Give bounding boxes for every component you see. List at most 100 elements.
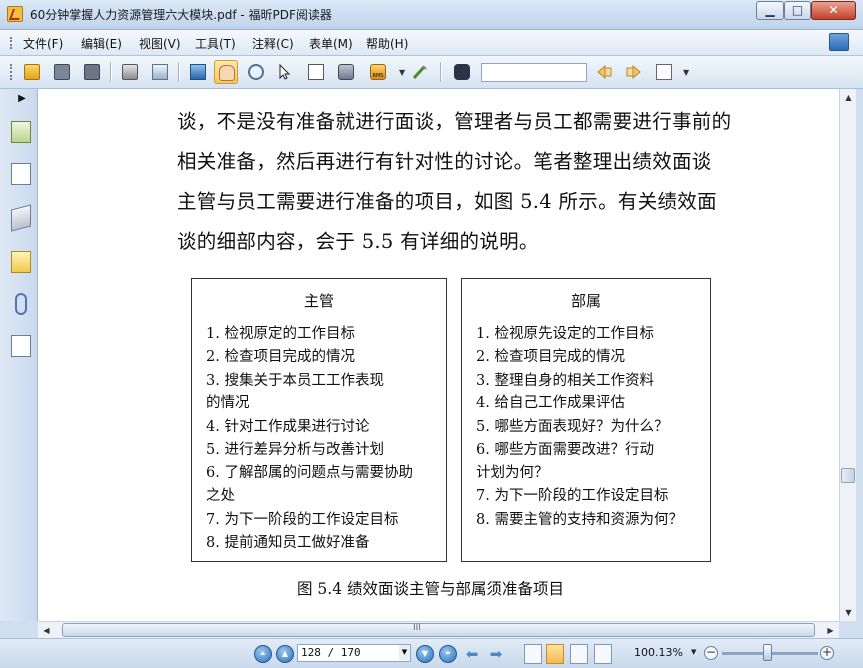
go-forward-icon[interactable]: ➡ xyxy=(487,645,505,663)
scroll-right-icon[interactable]: ▶ xyxy=(822,622,839,639)
page-dropdown-icon[interactable]: ▼ xyxy=(399,645,410,660)
manager-item: 6. 了解部属的问题点与需要协助 xyxy=(206,465,413,481)
save-as-icon[interactable] xyxy=(80,60,104,84)
horizontal-scrollbar[interactable]: ◀ III ▶ xyxy=(38,621,839,638)
vertical-scrollbar[interactable]: ▲ ▼ xyxy=(839,89,856,621)
subordinate-item: 1. 检视原先设定的工作目标 xyxy=(476,326,654,342)
paragraph-line: 谈，不是没有准备就进行面谈，管理者与员工都需要进行事前的 xyxy=(177,110,732,133)
subordinate-item: 7. 为下一阶段的工作设定目标 xyxy=(476,488,669,504)
page-number-input[interactable]: 128 / 170 xyxy=(297,644,411,662)
menu-bar: 文件(F) 编辑(E) 视图(V) 工具(T) 注释(C) 表单(M) 帮助(H… xyxy=(0,30,863,56)
subordinate-item: 2. 检查项目完成的情况 xyxy=(476,349,625,365)
toolbar: RMS ▼ ▼ xyxy=(0,56,863,89)
open-folder-icon[interactable] xyxy=(20,60,44,84)
manager-item: 1. 检视原定的工作目标 xyxy=(206,326,355,342)
menu-forms[interactable]: 表单(M) xyxy=(309,35,353,52)
scroll-up-icon[interactable]: ▲ xyxy=(840,89,857,106)
layers-icon[interactable] xyxy=(11,204,31,232)
text-select-icon[interactable] xyxy=(304,60,328,84)
scroll-grip: III xyxy=(413,623,421,633)
rms-lock-icon[interactable]: RMS xyxy=(366,60,390,84)
subordinate-box-title: 部属 xyxy=(570,292,601,310)
paragraph-line: 谈的细部内容，会于 5.5 有详细的说明。 xyxy=(177,230,539,253)
subordinate-item: 8. 需要主管的支持和资源为何？ xyxy=(476,512,683,528)
zoom-icon[interactable] xyxy=(244,60,268,84)
print-icon[interactable] xyxy=(118,60,142,84)
horizontal-scroll-thumb[interactable] xyxy=(62,623,815,637)
continuous-view-icon[interactable] xyxy=(546,644,564,664)
snapshot-icon[interactable] xyxy=(334,60,358,84)
manager-item: 4. 针对工作成果进行讨论 xyxy=(206,419,370,435)
zoom-slider-knob[interactable] xyxy=(763,644,772,661)
toolbar-separator xyxy=(440,62,442,82)
scroll-left-icon[interactable]: ◀ xyxy=(38,622,55,639)
save-icon[interactable] xyxy=(50,60,74,84)
fullscreen-icon[interactable] xyxy=(186,60,210,84)
zoom-dropdown-caret[interactable]: ▼ xyxy=(691,648,696,656)
attachments-icon[interactable] xyxy=(15,293,27,315)
scroll-down-icon[interactable]: ▼ xyxy=(840,604,857,621)
single-page-view-icon[interactable] xyxy=(524,644,542,664)
manager-item: 8. 提前通知员工做好准备 xyxy=(206,535,370,551)
paragraph-line: 相关准备，然后再进行有针对性的讨论。笔者整理出绩效面谈 xyxy=(177,150,712,173)
panel-toggle-icon[interactable]: ▶ xyxy=(12,93,32,107)
subordinate-item: 4. 给自己工作成果评估 xyxy=(476,395,625,411)
manager-item: 3. 搜集关于本员工工作表现 xyxy=(206,373,384,389)
manager-item: 5. 进行差异分析与改善计划 xyxy=(206,442,384,458)
menu-help[interactable]: 帮助(H) xyxy=(366,35,408,52)
subordinate-item: 5. 哪些方面表现好？为什么？ xyxy=(476,419,669,435)
zoom-in-button[interactable]: + xyxy=(820,646,834,660)
signatures-icon[interactable] xyxy=(11,335,31,357)
document-page: 谈，不是没有准备就进行面谈，管理者与员工都需要进行事前的 相关准备，然后再进行有… xyxy=(38,89,839,621)
menu-edit[interactable]: 编辑(E) xyxy=(81,35,122,52)
select-arrow-icon[interactable] xyxy=(272,60,296,84)
manager-item: 之处 xyxy=(206,488,235,504)
zoom-out-button[interactable]: − xyxy=(704,646,718,660)
bookmarks-icon[interactable] xyxy=(11,121,31,143)
subordinate-item: 计划为何？ xyxy=(476,465,549,481)
menu-comments[interactable]: 注释(C) xyxy=(252,35,294,52)
previous-page-icon[interactable]: ▲ xyxy=(276,645,294,663)
vertical-scroll-thumb[interactable] xyxy=(841,468,855,483)
next-page-icon[interactable]: ▼ xyxy=(416,645,434,663)
go-back-icon[interactable]: ⬅ xyxy=(463,645,481,663)
status-bar: ⏶ ▲ 128 / 170 ▼ ▼ ⏷ ⬅ ➡ 100.13% ▼ − + xyxy=(0,638,863,668)
manager-box-title: 主管 xyxy=(303,292,334,310)
search-options-caret[interactable]: ▼ xyxy=(683,68,689,77)
scan-icon[interactable] xyxy=(148,60,172,84)
menu-tools[interactable]: 工具(T) xyxy=(195,35,236,52)
continuous-facing-view-icon[interactable] xyxy=(594,644,612,664)
comments-icon[interactable] xyxy=(11,251,31,273)
find-next-icon[interactable] xyxy=(622,60,646,84)
facing-view-icon[interactable] xyxy=(570,644,588,664)
foxit-app-icon xyxy=(7,6,23,22)
hand-tool-icon[interactable] xyxy=(214,60,238,84)
subordinate-item: 3. 整理自身的相关工作资料 xyxy=(476,373,654,389)
title-bar: 60分钟掌握人力资源管理六大模块.pdf - 福昕PDF阅读器 ▁ □ ✕ xyxy=(0,0,863,30)
sign-icon[interactable] xyxy=(408,60,432,84)
last-page-icon[interactable]: ⏷ xyxy=(439,645,457,663)
pages-icon[interactable] xyxy=(11,163,31,185)
find-previous-icon[interactable] xyxy=(592,60,616,84)
menu-grip xyxy=(10,37,12,49)
menu-view[interactable]: 视图(V) xyxy=(139,35,181,52)
binoculars-icon[interactable] xyxy=(450,60,474,84)
paragraph-line: 主管与员工需要进行准备的项目，如图 5.4 所示。有关绩效面 xyxy=(177,190,717,213)
close-button[interactable]: ✕ xyxy=(811,1,856,20)
zoom-level[interactable]: 100.13% xyxy=(634,646,683,659)
toolbar-grip xyxy=(10,64,12,80)
search-options-icon[interactable] xyxy=(652,60,676,84)
subordinate-item: 6. 哪些方面需要改进？行动 xyxy=(476,442,654,458)
figure-caption: 图 5.4 绩效面谈主管与部属须准备项目 xyxy=(297,580,565,598)
expand-corner-icon[interactable] xyxy=(829,33,849,51)
maximize-button[interactable]: □ xyxy=(784,1,811,20)
toolbar-separator xyxy=(110,62,112,82)
menu-file[interactable]: 文件(F) xyxy=(23,35,63,52)
toolbar-separator xyxy=(178,62,180,82)
subordinate-box: 部属 1. 检视原先设定的工作目标 2. 检查项目完成的情况 3. 整理自身的相… xyxy=(461,278,711,562)
minimize-button[interactable]: ▁ xyxy=(756,1,784,20)
rms-dropdown-caret[interactable]: ▼ xyxy=(399,68,405,77)
search-input[interactable] xyxy=(481,63,587,82)
first-page-icon[interactable]: ⏶ xyxy=(254,645,272,663)
manager-item: 2. 检查项目完成的情况 xyxy=(206,349,355,365)
